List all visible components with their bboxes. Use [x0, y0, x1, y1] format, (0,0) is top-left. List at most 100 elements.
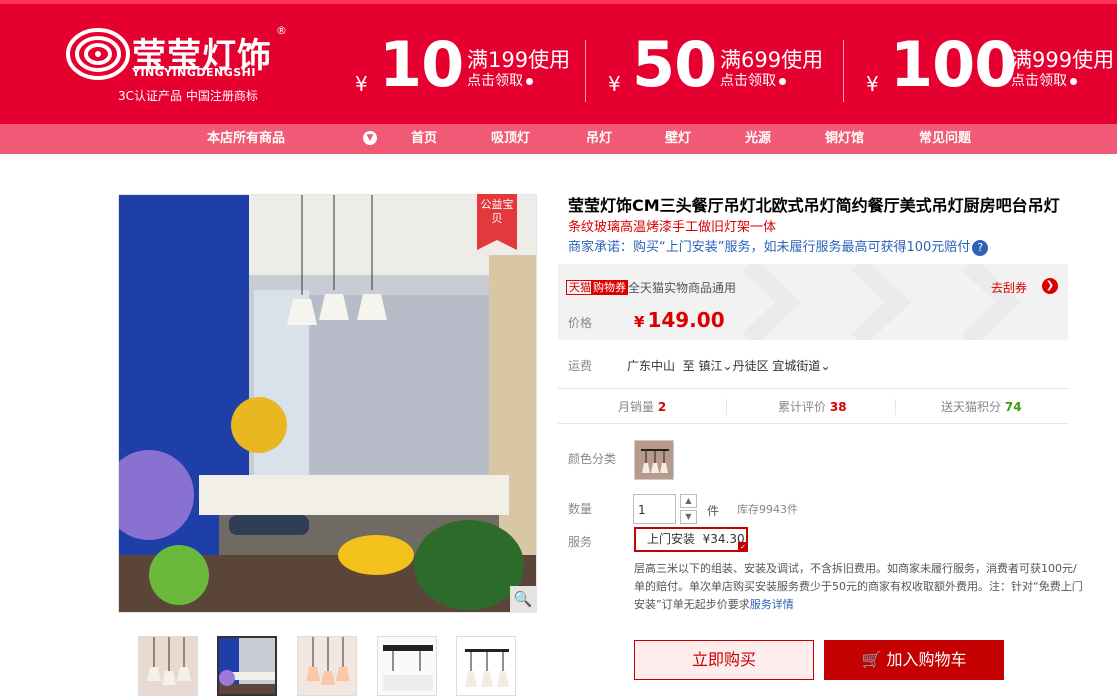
- price-label: 价格: [568, 316, 593, 330]
- service-option-installation[interactable]: 上门安装 ¥34.30 ✓: [634, 527, 748, 552]
- nav-item-ceiling[interactable]: 吸顶灯: [491, 124, 530, 154]
- shop-banner: 莹莹灯饰 ® YINGYINGDENGSHI 3C认证产品 中国注册商标 ¥ 1…: [0, 0, 1117, 124]
- cart-icon: 🛒: [861, 650, 882, 669]
- service-option-name: 上门安装: [647, 532, 696, 546]
- shipping-district: 丹徒区: [732, 359, 769, 373]
- service-label: 服务: [568, 535, 593, 549]
- coupon-currency: ¥: [355, 72, 368, 96]
- coupon-10[interactable]: ¥ 10 满199使用 点击领取: [355, 30, 575, 100]
- chevron-down-icon: ⌄: [820, 359, 831, 373]
- coupon-divider: [843, 40, 844, 102]
- dining-room-scene: [119, 195, 536, 612]
- quantity-input[interactable]: 1: [633, 494, 676, 524]
- nav-item-faq[interactable]: 常见问题: [919, 124, 971, 154]
- price-value: ¥149.00: [634, 308, 725, 332]
- thumbnail-room-image: [219, 638, 275, 694]
- thumbnail-4[interactable]: [377, 636, 437, 696]
- service-details-link[interactable]: 服务详情: [750, 598, 794, 611]
- thumbnail-3[interactable]: [297, 636, 357, 696]
- price-amount: 149.00: [647, 308, 725, 332]
- quantity-unit: 件: [707, 504, 720, 518]
- points-value: 74: [1004, 400, 1022, 414]
- shipping-label: 运费: [568, 359, 593, 373]
- thumbnail-2[interactable]: [217, 636, 277, 696]
- magnifier-icon[interactable]: 🔍: [510, 586, 536, 612]
- cumulative-reviews[interactable]: 累计评价 38: [778, 389, 847, 425]
- banner-top-strip: [0, 0, 1117, 4]
- get-coupon-link[interactable]: 去刮券: [991, 279, 1027, 296]
- promise-text: 商家承诺：购买“上门安装”服务，如未履行服务最高可获得100元赔付: [568, 240, 971, 255]
- thumbnail-lamp-image: [298, 637, 356, 695]
- chevron-right-icon[interactable]: ❯: [1042, 278, 1058, 294]
- coupon-50[interactable]: ¥ 50 满699使用 点击领取: [608, 30, 828, 100]
- service-description-text: 层高三米以下的组装、安装及调试，不含拆旧费用。如商家未履行服务，消费者可获100…: [634, 562, 1083, 611]
- coupon-claim-label: 点击领取: [1011, 73, 1067, 89]
- coupon-100[interactable]: ¥ 100 满999使用 点击领取: [866, 28, 1114, 101]
- stats-divider: [895, 399, 896, 415]
- reviews-label: 累计评价: [778, 400, 827, 414]
- coupon-claim[interactable]: 点击领取: [1011, 70, 1077, 90]
- shipping-to: 至: [682, 359, 695, 373]
- logo-swirl-icon: [66, 28, 130, 80]
- claim-dot-icon: [1070, 77, 1077, 85]
- registered-mark: ®: [276, 24, 287, 37]
- coupon-divider: [585, 40, 586, 102]
- quantity-decrease-button[interactable]: ▼: [680, 510, 697, 524]
- coupon-claim-label: 点击领取: [720, 73, 776, 89]
- tmall-tag: 天猫: [566, 280, 594, 295]
- service-description: 层高三米以下的组装、安装及调试，不含拆旧费用。如商家未履行服务，消费者可获100…: [634, 560, 1084, 614]
- logo-certification: 3C认证产品 中国注册商标: [118, 89, 258, 103]
- coupon-amount: 50: [632, 28, 717, 101]
- shipping-street: 宜城街道: [772, 359, 821, 373]
- logo-pinyin: YINGYINGDENGSHI: [132, 66, 256, 79]
- coupon-claim[interactable]: 点击领取: [720, 70, 786, 90]
- chevron-down-icon: ⌄: [722, 359, 733, 373]
- shipping-city-select[interactable]: 镇江⌄: [699, 359, 733, 373]
- shop-nav: 本店所有商品 ▼ 首页 吸顶灯 吊灯 壁灯 光源 铜灯馆 常见问题: [0, 124, 1117, 154]
- color-swatch[interactable]: [634, 440, 674, 480]
- shipping-district-select[interactable]: 丹徒区: [733, 359, 769, 373]
- sales-stats: 月销量 2 累计评价 38 送天猫积分 74: [558, 388, 1068, 424]
- main-product-photo[interactable]: [118, 194, 537, 613]
- shipping-city: 镇江: [698, 359, 723, 373]
- stock-count: 库存9943件: [737, 503, 798, 516]
- add-to-cart-button[interactable]: 🛒 加入购物车: [824, 640, 1004, 680]
- monthly-sales: 月销量 2: [618, 389, 666, 425]
- nav-item-light-source[interactable]: 光源: [745, 124, 771, 154]
- price-box: 天猫 购物券 全天猫实物商品通用 去刮券 ❯ 价格 ¥149.00: [558, 264, 1068, 340]
- shipping-origin: 广东中山: [627, 359, 676, 373]
- coupon-amount: 100: [890, 28, 1017, 101]
- charity-ribbon: 公益宝贝: [477, 194, 517, 250]
- shopping-coupon-tag: 购物券: [591, 280, 628, 295]
- thumbnail-fixture-image: [378, 637, 436, 695]
- chevron-down-icon[interactable]: ▼: [363, 131, 377, 145]
- quantity-label: 数量: [568, 502, 593, 516]
- coupon-currency: ¥: [608, 72, 621, 96]
- claim-dot-icon: [526, 77, 533, 85]
- merchant-promise: 商家承诺：购买“上门安装”服务，如未履行服务最高可获得100元赔付?: [568, 236, 989, 256]
- monthly-sales-value: 2: [657, 400, 667, 414]
- tmall-points: 送天猫积分 74: [941, 389, 1022, 425]
- nav-all-products[interactable]: 本店所有商品: [207, 124, 285, 154]
- nav-item-home[interactable]: 首页: [411, 124, 437, 154]
- coupon-claim[interactable]: 点击领取: [467, 70, 533, 90]
- thumbnail-lamp-image: [457, 637, 515, 695]
- coupon-currency: ¥: [866, 72, 879, 96]
- shipping-street-select[interactable]: 宜城街道⌄: [772, 359, 830, 373]
- nav-item-copper[interactable]: 铜灯馆: [825, 124, 864, 154]
- thumbnail-1[interactable]: [138, 636, 198, 696]
- nav-item-wall[interactable]: 壁灯: [665, 124, 691, 154]
- price-currency: ¥: [634, 313, 645, 331]
- shop-logo[interactable]: 莹莹灯饰 ® YINGYINGDENGSHI 3C认证产品 中国注册商标: [66, 24, 296, 104]
- buy-now-button[interactable]: 立即购买: [634, 640, 814, 680]
- help-icon[interactable]: ?: [972, 239, 989, 256]
- quantity-increase-button[interactable]: ▲: [680, 494, 697, 508]
- thumbnail-5[interactable]: [456, 636, 516, 696]
- product-subtitle: 条纹玻璃高温烤漆手工做旧灯架一体: [568, 220, 777, 235]
- nav-item-pendant[interactable]: 吊灯: [586, 124, 612, 154]
- shipping-destination: 广东中山 至 镇江⌄丹徒区 宜城街道⌄: [627, 357, 831, 374]
- coupon-scope: 全天猫实物商品通用: [628, 281, 737, 295]
- selected-check-icon: ✓: [738, 542, 748, 552]
- swatch-lamp-image: [635, 441, 673, 479]
- color-label: 颜色分类: [568, 452, 617, 466]
